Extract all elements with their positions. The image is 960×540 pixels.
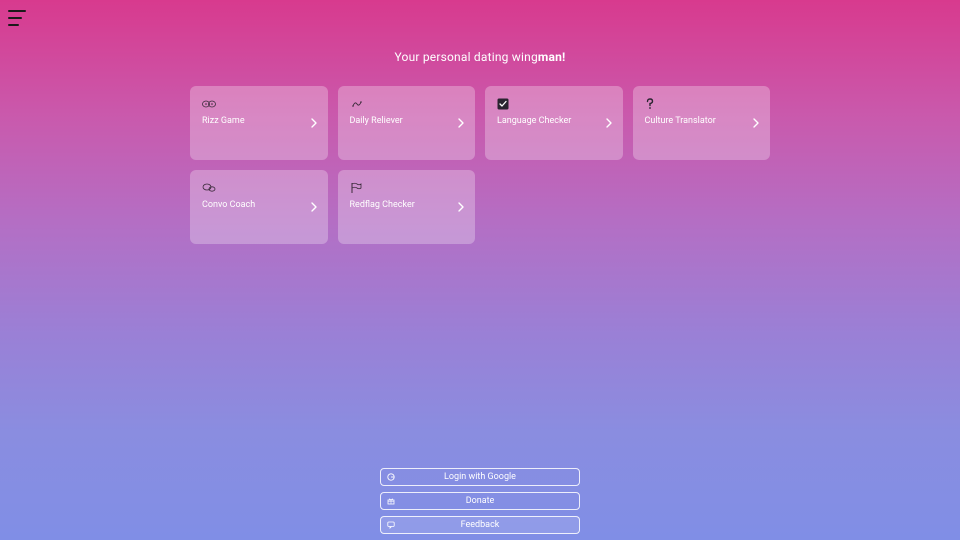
google-icon bbox=[387, 473, 395, 481]
card-label: Convo Coach bbox=[202, 199, 318, 211]
card-label: Rizz Game bbox=[202, 115, 318, 127]
card-culture-translator[interactable]: Culture Translator bbox=[633, 86, 771, 160]
feedback-label: Feedback bbox=[461, 520, 500, 530]
chevron-right-icon bbox=[310, 202, 318, 212]
feedback-button[interactable]: Feedback bbox=[380, 516, 580, 534]
question-icon bbox=[645, 98, 761, 110]
card-label: Culture Translator bbox=[645, 115, 761, 127]
donate-button[interactable]: Donate bbox=[380, 492, 580, 510]
tagline-prefix: Your personal dating wing bbox=[395, 50, 538, 64]
coach-icon bbox=[202, 182, 318, 194]
reliever-icon bbox=[350, 98, 466, 110]
menu-bar bbox=[8, 24, 19, 26]
game-icon bbox=[202, 98, 318, 110]
chevron-right-icon bbox=[310, 118, 318, 128]
footer-actions: Login with Google Donate Feedback bbox=[380, 468, 580, 534]
check-icon bbox=[497, 98, 613, 110]
card-label: Language Checker bbox=[497, 115, 613, 127]
flag-icon bbox=[350, 182, 466, 194]
gift-icon bbox=[387, 497, 395, 505]
feature-grid: Rizz Game Daily Reliever Language Checke… bbox=[190, 86, 770, 244]
login-google-button[interactable]: Login with Google bbox=[380, 468, 580, 486]
chevron-right-icon bbox=[457, 202, 465, 212]
donate-label: Donate bbox=[466, 496, 495, 506]
tagline: Your personal dating wingman! bbox=[0, 0, 960, 64]
tagline-bold: man! bbox=[538, 50, 566, 64]
card-daily-reliever[interactable]: Daily Reliever bbox=[338, 86, 476, 160]
chevron-right-icon bbox=[752, 118, 760, 128]
card-redflag-checker[interactable]: Redflag Checker bbox=[338, 170, 476, 244]
chevron-right-icon bbox=[457, 118, 465, 128]
menu-bar bbox=[8, 17, 22, 19]
card-convo-coach[interactable]: Convo Coach bbox=[190, 170, 328, 244]
menu-button[interactable] bbox=[8, 10, 26, 26]
menu-bar bbox=[8, 10, 26, 12]
card-label: Redflag Checker bbox=[350, 199, 466, 211]
chevron-right-icon bbox=[605, 118, 613, 128]
card-language-checker[interactable]: Language Checker bbox=[485, 86, 623, 160]
login-label: Login with Google bbox=[444, 472, 516, 482]
card-label: Daily Reliever bbox=[350, 115, 466, 127]
chat-icon bbox=[387, 521, 395, 529]
card-rizz-game[interactable]: Rizz Game bbox=[190, 86, 328, 160]
